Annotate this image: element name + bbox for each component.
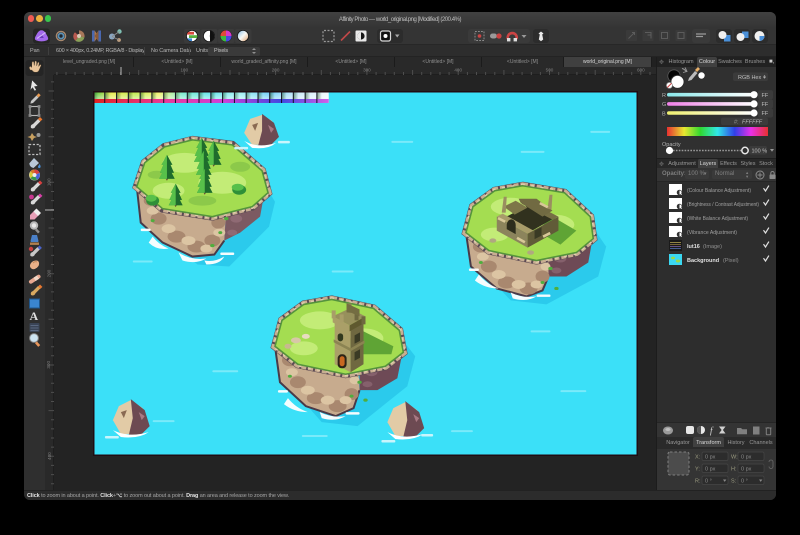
svg-text:0 px: 0 px bbox=[705, 455, 716, 461]
svg-text:100: 100 bbox=[180, 68, 188, 73]
svg-text:W:: W: bbox=[731, 455, 738, 461]
svg-text:0 °: 0 ° bbox=[705, 479, 712, 485]
svg-text:0 px: 0 px bbox=[741, 455, 752, 461]
svg-text:R:: R: bbox=[695, 479, 701, 485]
svg-text:RGB Hex: RGB Hex bbox=[738, 75, 761, 81]
svg-text:H:: H: bbox=[731, 467, 737, 473]
svg-text:#:: #: bbox=[734, 120, 739, 126]
svg-text:A: A bbox=[30, 309, 39, 323]
svg-text:G: G bbox=[662, 102, 666, 108]
svg-text:300: 300 bbox=[46, 361, 51, 369]
svg-text:0 px: 0 px bbox=[705, 467, 716, 473]
svg-text:(Brightness / Contrast Adjustm: (Brightness / Contrast Adjustment) bbox=[687, 202, 759, 208]
svg-text:200: 200 bbox=[272, 68, 280, 73]
svg-text:400: 400 bbox=[454, 68, 462, 73]
svg-text:100: 100 bbox=[47, 178, 52, 186]
svg-text:200: 200 bbox=[47, 269, 52, 277]
svg-text:(Image): (Image) bbox=[703, 244, 722, 250]
svg-text:FFFFFF: FFFFFF bbox=[742, 120, 763, 126]
svg-text:0 px: 0 px bbox=[741, 467, 752, 473]
svg-text:X:: X: bbox=[695, 455, 701, 461]
svg-text:FF: FF bbox=[762, 102, 769, 108]
svg-text:B: B bbox=[662, 111, 666, 117]
svg-text:0 °: 0 ° bbox=[741, 479, 748, 485]
svg-text:100 %: 100 % bbox=[752, 149, 768, 155]
svg-text:(White Balance Adjustment): (White Balance Adjustment) bbox=[687, 216, 748, 222]
svg-text:400: 400 bbox=[47, 452, 52, 460]
svg-text:600: 600 bbox=[637, 68, 645, 73]
svg-text:300: 300 bbox=[363, 68, 371, 73]
svg-text:(Colour Balance Adjustment): (Colour Balance Adjustment) bbox=[687, 188, 751, 194]
svg-text:Y:: Y: bbox=[695, 467, 700, 473]
svg-text:FF: FF bbox=[762, 93, 769, 99]
svg-text:R: R bbox=[662, 93, 666, 99]
svg-text:f: f bbox=[710, 426, 714, 436]
svg-text:(Vibrance Adjustment): (Vibrance Adjustment) bbox=[687, 230, 737, 236]
svg-text:FF: FF bbox=[762, 111, 769, 117]
svg-text:S:: S: bbox=[731, 479, 737, 485]
svg-text:Opacity: Opacity bbox=[662, 142, 681, 148]
svg-text:(Pixel): (Pixel) bbox=[723, 258, 739, 264]
svg-text:lut16: lut16 bbox=[687, 244, 700, 250]
svg-text:Background: Background bbox=[687, 258, 719, 264]
svg-text:500: 500 bbox=[546, 68, 554, 73]
